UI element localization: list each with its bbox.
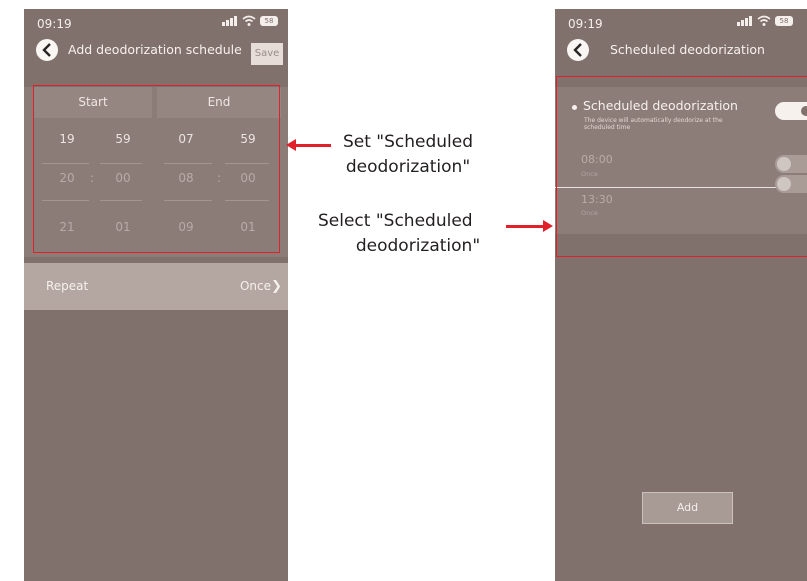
title-bar: Add deodorization schedule Save xyxy=(24,39,288,65)
annotation-select: Select "Scheduled deodorization" xyxy=(318,211,481,256)
arrow-right-icon xyxy=(543,220,553,232)
page-title: Scheduled deodorization xyxy=(610,42,765,57)
add-button[interactable]: Add xyxy=(642,492,733,524)
wifi-icon xyxy=(757,15,771,26)
add-schedule-screen: 09:19 58 Add deodorization schedule Save… xyxy=(24,9,288,581)
chevron-right-icon: ❯ xyxy=(271,279,282,294)
battery-icon: 58 xyxy=(775,16,793,26)
arrow-line xyxy=(295,144,331,147)
page-title: Add deodorization schedule xyxy=(68,42,242,57)
chevron-left-icon xyxy=(42,43,51,57)
back-button[interactable] xyxy=(36,39,58,61)
title-bar: Scheduled deodorization xyxy=(555,39,807,65)
status-bar: 09:19 58 xyxy=(555,9,807,35)
back-button[interactable] xyxy=(567,39,589,61)
status-bar: 09:19 58 xyxy=(24,9,288,35)
repeat-label: Repeat xyxy=(46,279,89,293)
annotation-set: Set "Scheduled deodorization" xyxy=(342,132,474,177)
highlight-box-schedule xyxy=(556,76,807,257)
chevron-left-icon xyxy=(573,43,582,57)
repeat-row[interactable]: Repeat Once ❯ xyxy=(24,263,288,310)
status-time: 09:19 xyxy=(568,17,603,31)
status-time: 09:19 xyxy=(37,17,72,31)
battery-icon: 58 xyxy=(260,16,278,26)
signal-icon xyxy=(737,16,753,26)
arrow-line xyxy=(506,225,544,228)
highlight-box-picker xyxy=(33,85,280,253)
signal-icon xyxy=(222,16,238,26)
repeat-value: Once xyxy=(239,279,271,293)
wifi-icon xyxy=(242,15,256,26)
save-button[interactable]: Save xyxy=(251,43,283,65)
